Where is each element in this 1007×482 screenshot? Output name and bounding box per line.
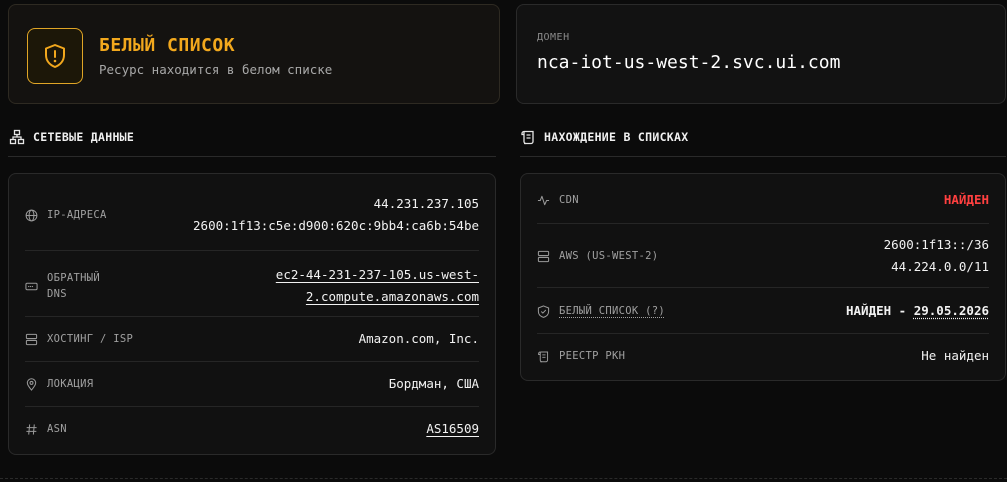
- server-icon: [537, 250, 550, 263]
- shield-check-icon: [537, 304, 550, 318]
- ip-v4-value: 44.231.237.105: [373, 196, 479, 211]
- reverse-dns-link-line2[interactable]: 2.compute.amazonaws.com: [276, 286, 479, 308]
- cdn-row: CDN НАЙДЕН: [521, 179, 1005, 221]
- lists-section-heading: НАХОЖДЕНИЕ В СПИСКАХ: [520, 129, 688, 145]
- aws-ipv6-range: 2600:1f13::/36: [883, 237, 989, 252]
- location-label: ЛОКАЦИЯ: [47, 378, 94, 390]
- row-divider: [25, 316, 479, 317]
- server-icon: [25, 333, 38, 346]
- hosting-value: Amazon.com, Inc.: [358, 331, 479, 346]
- status-title: БЕЛЫЙ СПИСОК: [99, 35, 236, 56]
- cdn-status-value: НАЙДЕН: [943, 192, 989, 207]
- whitelist-status-card: БЕЛЫЙ СПИСОК Ресурс находится в белом сп…: [8, 4, 500, 104]
- cdn-label: CDN: [559, 194, 579, 206]
- row-divider: [25, 361, 479, 362]
- hosting-row: ХОСТИНГ / ISP Amazon.com, Inc.: [9, 319, 495, 359]
- network-data-card: IP-АДРЕСА 44.231.237.105 2600:1f13:c5e:d…: [8, 173, 496, 455]
- whitelist-status-prefix: НАЙДЕН -: [846, 303, 914, 318]
- whitelist-expiry-date[interactable]: 29.05.2026: [914, 303, 989, 318]
- reverse-dns-label-line2: DNS: [47, 288, 67, 300]
- location-value: Бордман, США: [388, 376, 479, 391]
- reverse-dns-label-line1: ОБРАТНЫЙ: [47, 272, 100, 284]
- hash-icon: [25, 423, 38, 436]
- shield-exclamation-icon: [27, 28, 83, 84]
- row-divider: [537, 287, 989, 288]
- domain-label: ДОМЕН: [537, 32, 570, 43]
- aws-label: AWS (US-WEST-2): [559, 250, 659, 262]
- network-section-heading: СЕТЕВЫЕ ДАННЫЕ: [9, 129, 134, 145]
- hosting-label: ХОСТИНГ / ISP: [47, 333, 134, 345]
- server-dots-icon: [25, 280, 38, 293]
- ip-row: IP-АДРЕСА 44.231.237.105 2600:1f13:c5e:d…: [9, 184, 495, 246]
- network-heading-text: СЕТЕВЫЕ ДАННЫЕ: [33, 130, 135, 144]
- network-icon: [9, 129, 25, 145]
- location-row: ЛОКАЦИЯ Бордман, США: [9, 364, 495, 404]
- reverse-dns-row: ОБРАТНЫЙ DNS ec2-44-231-237-105.us-west-…: [9, 258, 495, 314]
- lists-heading-divider: [520, 156, 1006, 157]
- rkn-row: РЕЕСТР РКН Не найден: [521, 336, 1005, 376]
- map-pin-icon: [25, 377, 38, 391]
- ip-label: IP-АДРЕСА: [47, 209, 107, 221]
- row-divider: [537, 223, 989, 224]
- globe-icon: [25, 209, 38, 222]
- rkn-label: РЕЕСТР РКН: [559, 350, 626, 362]
- whitelist-help-label[interactable]: БЕЛЫЙ СПИСОК (?): [559, 305, 665, 317]
- row-divider: [25, 250, 479, 251]
- asn-label: ASN: [47, 423, 67, 435]
- asn-link[interactable]: AS16509: [426, 418, 479, 440]
- asn-row: ASN AS16509: [9, 409, 495, 449]
- lists-heading-text: НАХОЖДЕНИЕ В СПИСКАХ: [544, 130, 689, 144]
- activity-icon: [537, 194, 550, 207]
- network-heading-divider: [8, 156, 496, 157]
- reverse-dns-link-line1[interactable]: ec2-44-231-237-105.us-west-: [276, 264, 479, 286]
- row-divider: [25, 406, 479, 407]
- scroll-icon: [520, 129, 536, 145]
- domain-card: ДОМЕН nca-iot-us-west-2.svc.ui.com: [516, 4, 1006, 104]
- lists-card: CDN НАЙДЕН AWS (US-WEST-2) 2600:1f13::/3…: [520, 173, 1006, 381]
- aws-row: AWS (US-WEST-2) 2600:1f13::/36 44.224.0.…: [521, 228, 1005, 284]
- status-subtitle: Ресурс находится в белом списке: [99, 62, 333, 77]
- whitelist-row: БЕЛЫЙ СПИСОК (?) НАЙДЕН - 29.05.2026: [521, 291, 1005, 331]
- bottom-divider: [0, 478, 1007, 479]
- row-divider: [537, 333, 989, 334]
- ip-v6-value: 2600:1f13:c5e:d900:620c:9bb4:ca6b:54be: [193, 218, 479, 233]
- aws-ipv4-range: 44.224.0.0/11: [891, 259, 989, 274]
- domain-value: nca-iot-us-west-2.svc.ui.com: [537, 52, 841, 73]
- rkn-value: Не найден: [921, 348, 989, 363]
- scroll-icon: [537, 350, 550, 363]
